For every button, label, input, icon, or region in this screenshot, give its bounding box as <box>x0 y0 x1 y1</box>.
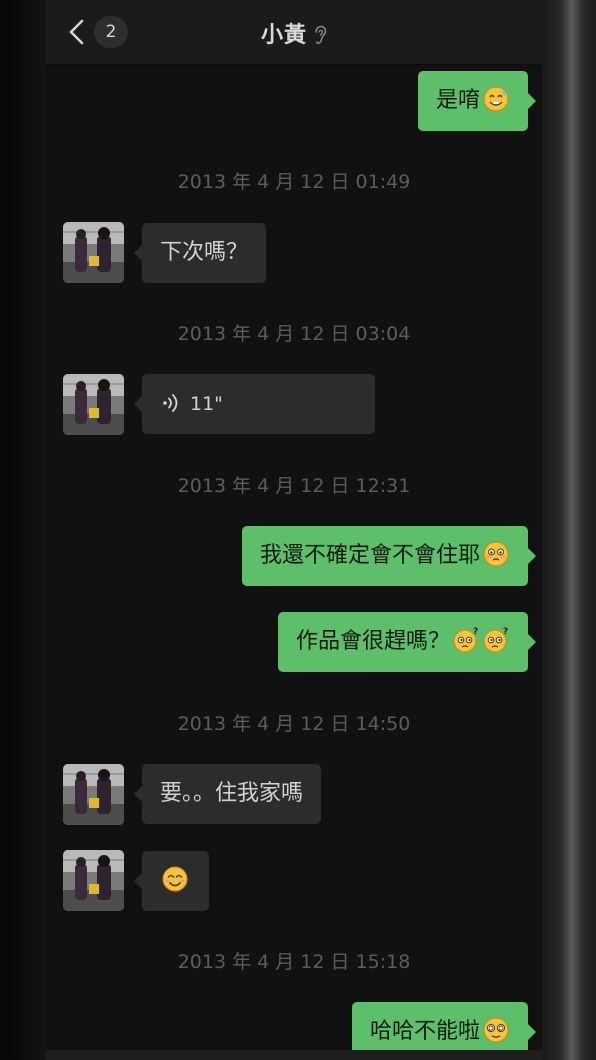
smile-emoji-icon <box>162 866 188 892</box>
avatar[interactable] <box>63 222 124 283</box>
input-bar[interactable] <box>46 1050 542 1060</box>
timestamp: 2013 年 4 月 12 日 03:04 <box>177 323 411 345</box>
outgoing-message[interactable]: 是唷 <box>417 71 537 131</box>
message-text: 哈哈不能啦 <box>369 1019 480 1044</box>
sweat-smile-emoji-icon <box>483 86 509 112</box>
avatar-photo <box>63 850 124 911</box>
avatar[interactable] <box>63 374 124 435</box>
message-text: 下次嗎？ <box>160 240 249 265</box>
right-backdrop <box>542 0 596 1060</box>
ear-icon <box>315 25 327 44</box>
voice-duration: 11" <box>190 393 223 415</box>
avatar-photo <box>63 374 124 435</box>
message-text: 是唷 <box>435 88 480 113</box>
chat-screen: 2 小黃 是唷 2013 年 4 月 12 日 01:49 下次嗎？ 2013 … <box>46 0 542 1060</box>
avatar[interactable] <box>63 764 124 825</box>
incoming-message[interactable]: 要。。住我家嗎 <box>133 764 322 824</box>
voice-message[interactable]: 11" <box>134 374 375 434</box>
timestamp: 2013 年 4 月 12 日 01:49 <box>177 171 411 193</box>
voice-wave-icon <box>163 394 178 412</box>
timestamp: 2013 年 4 月 12 日 14:50 <box>177 713 411 735</box>
message-text: 要。。住我家嗎 <box>160 781 304 806</box>
timestamp: 2013 年 4 月 12 日 15:18 <box>177 951 411 973</box>
confused-emoji-icon: ? <box>453 627 478 653</box>
outgoing-message[interactable]: 我還不確定會不會住耶 <box>241 526 537 586</box>
svg-text:?: ? <box>473 627 478 637</box>
svg-text:?: ? <box>503 627 508 637</box>
flushed-emoji-icon <box>483 541 509 567</box>
message-list[interactable]: 是唷 2013 年 4 月 12 日 01:49 下次嗎？ 2013 年 4 月… <box>46 64 542 1060</box>
avatar-photo <box>63 222 124 283</box>
chat-header: 2 小黃 <box>46 0 542 65</box>
incoming-message[interactable]: 下次嗎？ <box>133 223 267 283</box>
contact-name: 小黃 <box>260 23 307 48</box>
message-text: 作品會很趕嗎？ <box>295 629 450 654</box>
left-backdrop <box>0 0 46 1060</box>
avatar-photo <box>63 764 124 825</box>
message-text: 我還不確定會不會住耶 <box>259 543 480 568</box>
dizzy-eyes-emoji-icon <box>483 1017 509 1043</box>
timestamp: 2013 年 4 月 12 日 12:31 <box>177 475 411 497</box>
chat-title[interactable]: 小黃 <box>46 17 542 49</box>
confused-emoji-icon: ? <box>483 627 508 653</box>
emoji-message[interactable] <box>134 851 209 911</box>
avatar[interactable] <box>63 850 124 911</box>
outgoing-message[interactable]: 作品會很趕嗎？ ? ? <box>277 612 537 672</box>
